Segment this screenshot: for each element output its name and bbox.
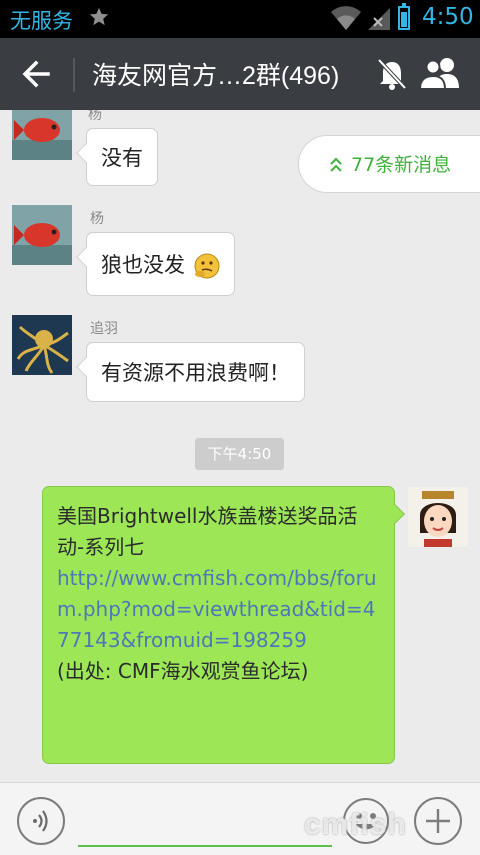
sender-name: 杨 <box>90 211 104 227</box>
avatar-red-fish[interactable] <box>12 110 72 160</box>
mute-bell-icon[interactable] <box>374 54 410 94</box>
message-bubble[interactable]: 没有 <box>86 128 158 186</box>
sender-name: 追羽 <box>90 321 118 337</box>
message-link[interactable]: http://www.cmfish.com/bbs/forum.php?mod=… <box>57 563 380 656</box>
avatar-cartoon-girl[interactable] <box>408 487 468 547</box>
status-time: 4:50 <box>422 4 474 30</box>
message-text: 狼也没发 <box>101 253 185 277</box>
message-source: (出处: CMF海水观赏鱼论坛) <box>57 659 309 683</box>
sender-name: 杨 <box>88 110 102 123</box>
double-chevron-up-icon <box>330 157 342 172</box>
message-input[interactable] <box>78 797 332 847</box>
star-icon <box>89 7 109 26</box>
watermark: cmfish <box>304 808 407 841</box>
avatar-octopus[interactable] <box>12 315 72 375</box>
input-bar <box>0 782 480 855</box>
message-text: 有资源不用浪费啊！ <box>101 361 290 385</box>
message-bubble[interactable]: 有资源不用浪费啊！ <box>86 342 305 402</box>
time-divider: 下午4:50 <box>195 438 284 470</box>
group-members-icon[interactable] <box>418 54 464 94</box>
message-text: 没有 <box>101 146 143 170</box>
chat-title[interactable]: 海友网官方…2群(496) <box>92 56 339 92</box>
wifi-icon <box>331 6 361 31</box>
voice-icon[interactable] <box>17 797 65 845</box>
message-list[interactable]: 杨 没有 77条新消息 杨 狼也没发 追羽 有资源不用浪费啊！ 下午4:50 美… <box>0 110 480 780</box>
no-signal-icon <box>368 8 390 30</box>
message-text: 美国Brightwell水族盖楼送奖品活动-系列七 <box>57 504 358 559</box>
plus-icon[interactable] <box>414 797 462 845</box>
status-bar: 无服务 4:50 <box>0 0 480 38</box>
outgoing-message-bubble[interactable]: 美国Brightwell水族盖楼送奖品活动-系列七 http://www.cmf… <box>42 486 395 764</box>
avatar-red-fish[interactable] <box>12 205 72 265</box>
header-divider <box>73 58 75 92</box>
new-messages-label: 77条新消息 <box>351 154 452 176</box>
new-messages-button[interactable]: 77条新消息 <box>298 135 480 193</box>
back-arrow-icon[interactable] <box>12 48 62 100</box>
chat-header: 海友网官方…2群(496) <box>0 38 480 110</box>
message-bubble[interactable]: 狼也没发 <box>86 232 235 296</box>
carrier-label: 无服务 <box>10 9 73 33</box>
battery-icon <box>398 3 410 30</box>
thinking-emoji-icon <box>194 253 220 279</box>
